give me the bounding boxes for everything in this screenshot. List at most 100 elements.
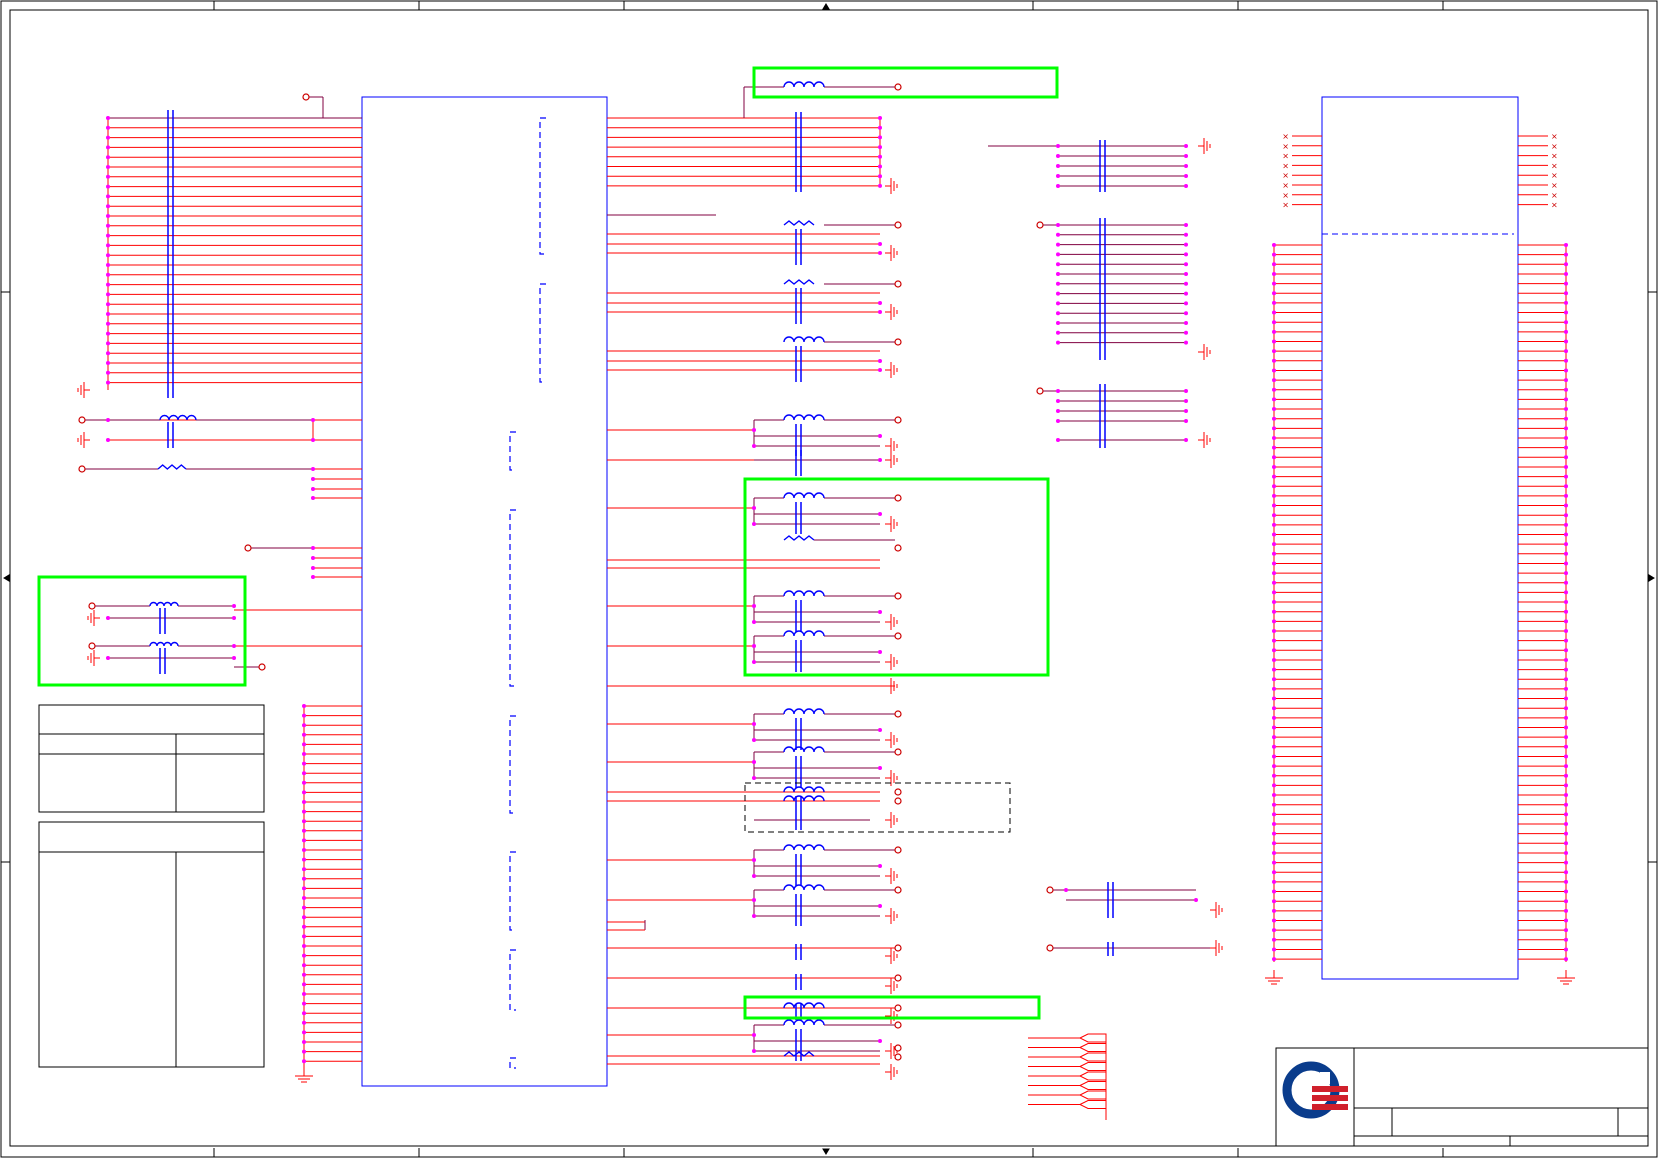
junction-dot: [1272, 590, 1276, 595]
ground-symbol: [885, 732, 898, 748]
junction-layer: [106, 116, 1568, 1064]
junction-dot: [1272, 243, 1276, 247]
ic-group-bracket: [509, 1057, 516, 1069]
junction-dot: [1272, 252, 1276, 257]
junction-dot: [1272, 629, 1276, 633]
junction-dot: [1272, 474, 1276, 479]
junction-dot: [1056, 262, 1060, 267]
no-connect-mark: ×: [1282, 132, 1289, 141]
junction-dot: [106, 116, 110, 120]
ic-group-bracket: [539, 117, 546, 255]
junction-dot: [1564, 600, 1568, 605]
port-circle: [894, 592, 902, 600]
junction-dot: [1056, 301, 1060, 306]
junction-dot: [311, 438, 315, 442]
junction-dot: [1272, 725, 1276, 730]
junction-dot: [311, 575, 315, 579]
junction-dot: [1272, 773, 1276, 778]
junction-dot: [1184, 438, 1188, 442]
connector-body: [1321, 96, 1519, 980]
port-circle: [78, 465, 86, 473]
capacitor-icon: [795, 600, 802, 632]
junction-dot: [1272, 648, 1276, 653]
junction-dot: [1564, 329, 1568, 334]
junction-dot: [1564, 262, 1568, 267]
junction-dot: [1564, 725, 1568, 730]
junction-dot: [1564, 349, 1568, 354]
junction-dot: [1056, 291, 1060, 296]
junction-dot: [878, 135, 882, 140]
port-circle: [894, 974, 902, 982]
junction-dot: [1184, 409, 1188, 413]
ground-symbol: [87, 610, 100, 626]
no-connect-mark: ×: [1282, 161, 1289, 170]
junction-dot: [302, 790, 306, 795]
junction-dot: [302, 924, 306, 929]
junction-dot: [1564, 841, 1568, 846]
junction-dot: [302, 780, 306, 785]
junction-dot: [1564, 860, 1568, 865]
junction-dot: [878, 251, 882, 255]
junction-dot: [878, 864, 882, 868]
junction-dot: [1564, 957, 1568, 962]
junction-dot: [1272, 493, 1276, 498]
junction-dot: [878, 301, 882, 305]
junction-dot: [106, 351, 110, 356]
junction-dot: [1564, 291, 1568, 296]
junction-dot: [1272, 445, 1276, 450]
junction-dot: [1184, 242, 1188, 247]
junction-dot: [1272, 812, 1276, 817]
ground-symbol: [885, 770, 898, 786]
junction-dot: [1194, 898, 1198, 902]
junction-dot: [106, 361, 110, 365]
junction-dot: [878, 458, 882, 462]
company-logo: [1282, 1061, 1348, 1119]
junction-dot: [1272, 937, 1276, 942]
junction-dot: [752, 620, 756, 624]
junction-dot: [1184, 262, 1188, 267]
junction-dot: [1564, 387, 1568, 392]
junction-dot: [1272, 609, 1276, 614]
junction-dot: [302, 857, 306, 862]
port-circle: [258, 663, 266, 671]
junction-dot: [1184, 301, 1188, 306]
junction-dot: [1272, 870, 1276, 875]
junction-dot: [1272, 329, 1276, 334]
capacitor-icon: [1107, 942, 1114, 956]
junction-dot: [1564, 677, 1568, 682]
junction-dot: [1564, 474, 1568, 479]
junction-dot: [1564, 310, 1568, 315]
junction-dot: [1564, 629, 1568, 633]
port-circle: [894, 944, 902, 952]
junction-dot: [752, 898, 756, 902]
ground-symbol: [885, 978, 898, 994]
capacitor-icon: [795, 854, 802, 886]
junction-dot: [302, 732, 306, 737]
no-connect-mark: ×: [1282, 142, 1289, 151]
inductor-icon: [783, 492, 825, 499]
junction-dot: [302, 963, 306, 968]
junction-dot: [752, 874, 756, 878]
junction-dot: [878, 154, 882, 159]
zone-arrow: [3, 574, 10, 582]
no-connect-mark: ×: [1551, 201, 1558, 210]
junction-dot: [1564, 513, 1568, 518]
junction-dot: [752, 428, 756, 432]
junction-dot: [1564, 378, 1568, 383]
port-circle: [894, 1053, 902, 1061]
no-connect-mark: ×: [1551, 161, 1558, 170]
no-connect-mark: ×: [1282, 171, 1289, 180]
junction-dot: [1564, 426, 1568, 431]
junction-dot: [302, 992, 306, 996]
port-circle: [894, 1004, 902, 1012]
junction-dot: [302, 867, 306, 872]
bus-entry-arrow: [1078, 1033, 1107, 1043]
port-circle: [894, 1021, 902, 1029]
capacitor-icon: [159, 608, 166, 634]
ic-group-bracket: [509, 949, 516, 1011]
ground-symbol: [885, 868, 898, 884]
junction-dot: [302, 742, 306, 747]
junction-dot: [1184, 232, 1188, 237]
junction-dot: [302, 953, 306, 958]
junction-dot: [1272, 879, 1276, 884]
